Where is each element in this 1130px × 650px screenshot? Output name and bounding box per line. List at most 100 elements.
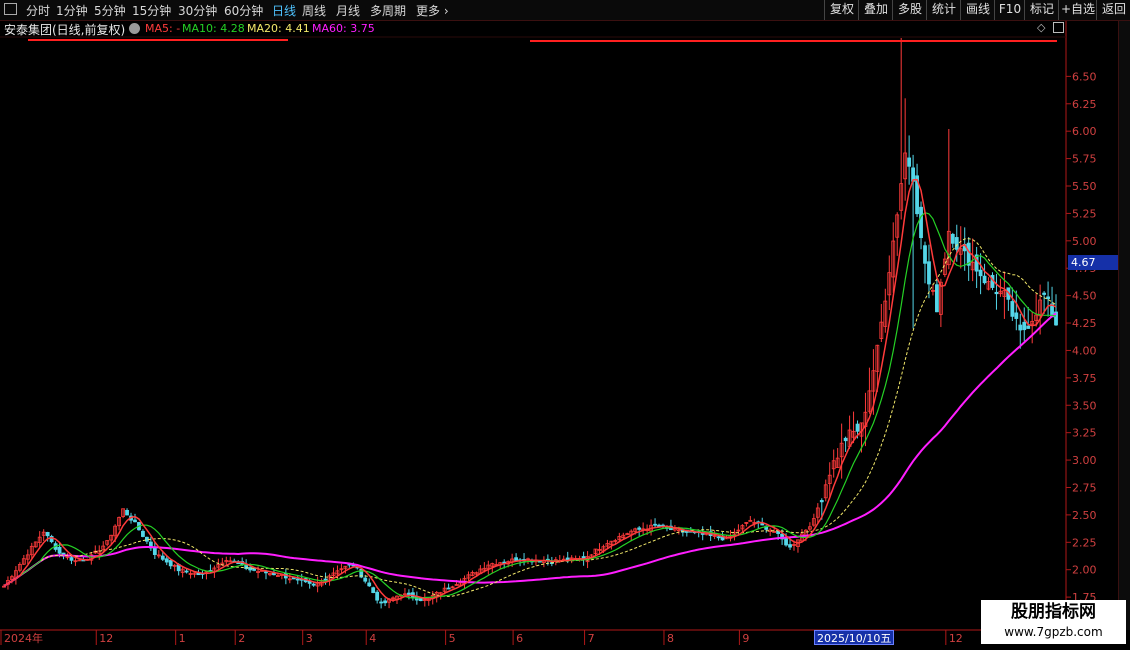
- candle-body-73: [291, 577, 296, 580]
- y-tick-label-0: 6.50: [1072, 70, 1097, 83]
- toolbar-right-8[interactable]: 返回: [1096, 0, 1130, 20]
- candle-body-228: [907, 157, 912, 167]
- y-tick-label-18: 2.00: [1072, 564, 1097, 577]
- candle-body-263: [1046, 296, 1050, 300]
- ma60-value: MA60: 3.75: [312, 22, 375, 35]
- right-side-panel-strip: [1118, 21, 1130, 630]
- candle-body-164: [653, 523, 657, 526]
- candle-body-40: [160, 555, 165, 560]
- candle-body-42: [168, 560, 173, 567]
- candle-body-102: [407, 592, 411, 595]
- x-tick-label-0: 2024年: [4, 631, 43, 645]
- expand-diamond-icon[interactable]: ◇: [1037, 21, 1045, 34]
- candle-body-232: [923, 245, 927, 264]
- toolbar-item-8[interactable]: 月线: [336, 2, 360, 19]
- candle-body-215: [855, 423, 860, 432]
- candle-body-96: [383, 600, 387, 604]
- toolbar-right-1[interactable]: 叠加: [858, 0, 893, 20]
- candle-body-160: [637, 527, 642, 530]
- candle-body-78: [311, 583, 316, 586]
- y-tick-label-5: 5.25: [1072, 207, 1097, 220]
- candle-body-66: [264, 571, 268, 574]
- toolbar-right-6[interactable]: 标记: [1024, 0, 1059, 20]
- indicator-legend: 安泰集团(日线,前复权) MA5: - MA10: 4.28 MA20: 4.4…: [0, 21, 1066, 37]
- toolbar-item-0[interactable]: 分时: [26, 2, 50, 19]
- x-tick-label-2: 1: [179, 632, 186, 645]
- y-tick-label-11: 3.75: [1072, 372, 1097, 385]
- candle-body-46: [184, 570, 189, 573]
- candle-body-180: [716, 536, 721, 539]
- candle-body-92: [367, 582, 372, 587]
- candle-body-74: [295, 578, 300, 581]
- candle-body-14: [57, 546, 62, 554]
- candle-body-95: [379, 601, 384, 604]
- toolbar-right-3[interactable]: 统计: [926, 0, 961, 20]
- toolbar-item-9[interactable]: 多周期: [370, 2, 406, 19]
- settings-gear-icon[interactable]: [129, 23, 140, 34]
- x-tick-label-7: 6: [516, 632, 523, 645]
- toolbar-item-10[interactable]: 更多 ›: [416, 2, 449, 19]
- moving-average-lines: [3, 178, 1057, 602]
- x-tick-label-9: 8: [667, 632, 674, 645]
- crosshair-date-tag: 2025/10/10五: [814, 630, 894, 645]
- candle-body-235: [935, 284, 939, 313]
- toolbar-right-0[interactable]: 复权: [824, 0, 859, 20]
- candle-body-206: [819, 500, 824, 503]
- candle-body-63: [252, 568, 256, 571]
- candle-body-233: [927, 261, 931, 285]
- toolbar-item-1[interactable]: 1分钟: [56, 2, 88, 19]
- y-tick-label-4: 5.50: [1072, 180, 1097, 193]
- toolbar-item-7[interactable]: 周线: [302, 2, 326, 19]
- candle-body-239: [950, 233, 955, 244]
- toolbar-item-4[interactable]: 30分钟: [178, 2, 217, 19]
- toolbar-right-5[interactable]: F10: [994, 0, 1025, 20]
- toolbar-item-5[interactable]: 60分钟: [224, 2, 263, 19]
- toolbar-item-3[interactable]: 15分钟: [132, 2, 171, 19]
- ma10-line: [3, 212, 1057, 599]
- stock-title[interactable]: 安泰集团(日线,前复权): [4, 21, 125, 38]
- candle-body-255: [1014, 312, 1019, 319]
- toolbar-right-2[interactable]: 多股: [892, 0, 927, 20]
- x-tick-label-1: 12: [99, 632, 113, 645]
- toolbar-toggle-icon[interactable]: [4, 3, 17, 15]
- candle-body-41: [164, 558, 169, 563]
- y-tick-label-8: 4.50: [1072, 290, 1097, 303]
- candle-body-240: [954, 237, 959, 250]
- candle-body-246: [978, 269, 983, 277]
- y-tick-label-1: 6.25: [1072, 98, 1097, 111]
- price-axis: 6.506.256.005.755.505.255.004.754.504.25…: [0, 21, 1118, 632]
- toolbar-item-2[interactable]: 5分钟: [94, 2, 126, 19]
- candle-body-112: [446, 587, 451, 590]
- y-tick-label-2: 6.00: [1072, 125, 1097, 138]
- y-tick-label-6: 5.00: [1072, 235, 1097, 248]
- toolbar-item-6[interactable]: 日线: [272, 2, 296, 19]
- x-tick-label-11: 12: [949, 632, 963, 645]
- x-tick-label-6: 5: [449, 632, 456, 645]
- ma20-value: MA20: 4.41: [247, 22, 310, 35]
- candle-body-212: [843, 437, 848, 442]
- candlestick-series: [2, 38, 1058, 609]
- toolbar-right-7[interactable]: +自选: [1058, 0, 1097, 20]
- candle-body-250: [994, 291, 999, 295]
- candle-body-81: [323, 578, 328, 581]
- panel-toggle-icon[interactable]: [1053, 22, 1064, 33]
- candle-body-191: [760, 523, 765, 526]
- y-tick-label-17: 2.25: [1072, 536, 1097, 549]
- candle-body-35: [141, 530, 145, 537]
- current-price-tag: 4.67: [1068, 255, 1118, 270]
- y-tick-label-3: 5.75: [1072, 153, 1097, 166]
- kline-chart[interactable]: 6.506.256.005.755.505.255.004.754.504.25…: [0, 0, 1130, 650]
- candle-body-33: [133, 519, 137, 523]
- x-tick-label-5: 4: [369, 632, 376, 645]
- y-tick-label-10: 4.00: [1072, 344, 1097, 357]
- candle-body-231: [919, 206, 923, 239]
- candle-body-257: [1022, 321, 1027, 331]
- candle-body-258: [1026, 325, 1031, 329]
- candle-body-262: [1042, 292, 1047, 295]
- candle-body-94: [375, 591, 380, 601]
- toolbar-right-4[interactable]: 画线: [960, 0, 995, 20]
- candle-body-129: [514, 557, 519, 562]
- ma5-value: MA5: -: [145, 22, 181, 35]
- x-tick-label-8: 7: [588, 632, 595, 645]
- candle-body-31: [125, 510, 129, 516]
